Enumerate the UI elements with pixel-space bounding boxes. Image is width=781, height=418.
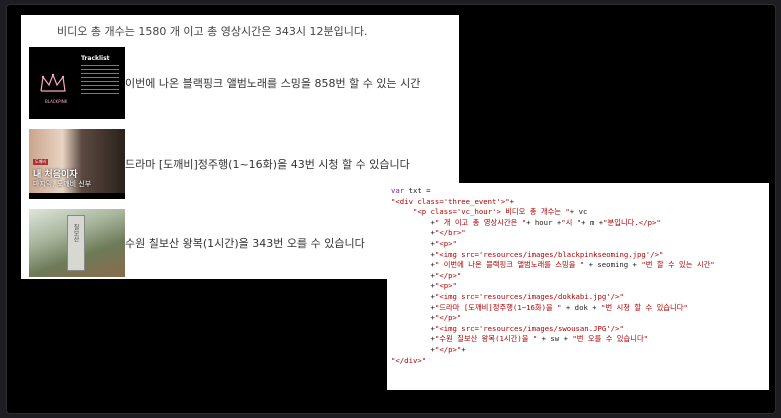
track-line <box>81 77 119 78</box>
code-line: +"</p>"+ <box>391 345 769 356</box>
code-token: " 개 이고 총 영상시간은 " <box>434 217 527 227</box>
code-token: "<p class='vc_hour'> 비디오 총 개수는 " <box>412 207 570 217</box>
track-line <box>81 73 119 74</box>
list-item: 도깨비 내 처음이자 마지막, 도깨비 신부 드라마 [도깨비]정주행(1~16… <box>29 129 410 199</box>
code-line: +"</p>" <box>391 313 769 324</box>
crown-icon <box>40 73 66 92</box>
stone-marker: 칠보산 <box>67 215 85 271</box>
stone-text: 칠보산 <box>72 224 79 242</box>
code-token: "<img src='resources/images/dokkabi.jpg'… <box>434 291 624 301</box>
track-line <box>81 69 119 70</box>
drama-subtitle-2: 마지막, 도깨비 신부 <box>33 180 92 188</box>
code-token: + <box>391 281 435 291</box>
code-line: +" 개 이고 총 영상시간은 "+ hour +"시 "+ m +"분입니다.… <box>391 218 769 229</box>
code-line: +"수원 칠보산 왕복(1시간)을 " + sw + "번 오를 수 있습니다" <box>391 334 769 345</box>
code-token: + <box>391 238 435 248</box>
code-line: +"<img src='resources/images/blackpinkse… <box>391 250 769 261</box>
chilbosan-mountain-image: 칠보산 <box>29 209 125 277</box>
letterbox-bar <box>29 193 125 199</box>
blackpink-caption: 이번에 나온 블랙핑크 앨범노래를 스밍을 858번 할 수 있는 시간 <box>125 77 421 90</box>
video-summary-text: 비디오 총 개수는 1580 개 이고 총 영상시간은 343시 12분입니다. <box>57 25 368 38</box>
code-token: "시 " <box>561 217 582 227</box>
code-token: "<img src='resources/images/swousan.JPG'… <box>434 323 624 333</box>
code-token: + <box>391 323 435 333</box>
code-token: + <box>391 302 435 312</box>
drama-tag: 도깨비 <box>33 159 49 165</box>
code-token: "</div>" <box>391 355 427 365</box>
album-logo: BLACKPINK <box>45 99 68 104</box>
track-line <box>81 85 119 86</box>
code-token: "</p>" <box>434 344 462 354</box>
code-line: +"</br>" <box>391 228 769 239</box>
code-token: + m + <box>581 217 604 227</box>
code-token: " 이번에 나온 블랙핑크 앨범노래를 스밍을 " <box>434 260 585 270</box>
code-block: var txt = "<div class='three_event'>"+ "… <box>387 183 769 366</box>
track-line <box>81 93 119 94</box>
code-token: + <box>391 228 435 238</box>
chilbosan-caption: 수원 칠보산 왕복(1시간)을 343번 오를 수 있습니다 <box>125 237 365 250</box>
code-line: "</div>" <box>391 356 769 367</box>
code-token: "<div class='three_event'>" <box>391 196 510 206</box>
track-line <box>81 81 119 82</box>
code-line: "<p class='vc_hour'> 비디오 총 개수는 "+ vc <box>391 207 769 218</box>
code-token: "<p>" <box>434 281 457 291</box>
code-token: + dok + <box>561 302 602 312</box>
code-token: "</br>" <box>434 228 466 238</box>
code-line: +"<img src='resources/images/dokkabi.jpg… <box>391 292 769 303</box>
code-token: + <box>391 217 435 227</box>
code-line: +"<p>" <box>391 239 769 250</box>
code-token: var <box>391 186 405 195</box>
code-token: "분입니다.</p>" <box>603 217 661 227</box>
code-token: + <box>391 313 435 323</box>
screenshot-frame: 비디오 총 개수는 1580 개 이고 총 영상시간은 343시 12분입니다.… <box>6 4 776 414</box>
code-token: + vc <box>569 207 588 217</box>
track-line <box>81 65 119 66</box>
tracklist-title: Tracklist <box>81 55 110 62</box>
code-token: + hour + <box>526 217 562 227</box>
dokkaebi-caption: 드라마 [도깨비]정주행(1~16화)을 43번 시청 할 수 있습니다 <box>125 158 410 171</box>
code-token: "<p>" <box>434 238 457 248</box>
code-token: + <box>391 260 435 270</box>
code-line: +"<p>" <box>391 281 769 292</box>
track-line <box>81 89 119 90</box>
dokkaebi-drama-image: 도깨비 내 처음이자 마지막, 도깨비 신부 <box>29 129 125 199</box>
code-line: "<div class='three_event'>"+ <box>391 197 769 208</box>
code-token: + <box>391 291 435 301</box>
code-token: + <box>461 344 466 354</box>
code-token: "</p>" <box>434 270 462 280</box>
code-line: +" 이번에 나온 블랙핑크 앨범노래를 스밍을 " + seoming + "… <box>391 260 769 271</box>
code-token: + sw + <box>537 334 573 344</box>
list-item: Tracklist BLACKPINK 이번에 나온 블랙핑크 앨범노래를 스밍… <box>29 47 420 119</box>
code-token: "수원 칠보산 왕복(1시간)을 " <box>434 334 538 344</box>
code-token: "<img src='resources/images/blackpinkseo… <box>434 249 664 259</box>
code-line: +"<img src='resources/images/swousan.JPG… <box>391 324 769 335</box>
code-token: "번 할 수 있는 시간" <box>641 260 715 270</box>
blackpink-album-image: Tracklist BLACKPINK <box>29 47 125 119</box>
code-line: var txt = <box>391 186 769 197</box>
code-token: + <box>391 344 435 354</box>
code-token: + <box>391 249 435 259</box>
code-token: "번 오를 수 있습니다" <box>572 334 649 344</box>
code-token: + <box>391 334 435 344</box>
code-token: "번 시청 할 수 있습니다" <box>601 302 688 312</box>
code-token: "</p>" <box>434 313 462 323</box>
code-line: +"드라마 [도깨비]정주행(1~16화)을 " + dok + "번 시청 할… <box>391 303 769 314</box>
code-token: "드라마 [도깨비]정주행(1~16화)을 " <box>434 302 562 312</box>
list-item: 칠보산 수원 칠보산 왕복(1시간)을 343번 오를 수 있습니다 <box>29 209 365 277</box>
code-snippet-panel: var txt = "<div class='three_event'>"+ "… <box>387 183 769 390</box>
code-line: +"</p>" <box>391 271 769 282</box>
code-token: + <box>509 196 515 206</box>
code-token: txt = <box>404 186 435 195</box>
code-token: + <box>391 270 435 280</box>
code-token: + seoming + <box>584 260 642 270</box>
